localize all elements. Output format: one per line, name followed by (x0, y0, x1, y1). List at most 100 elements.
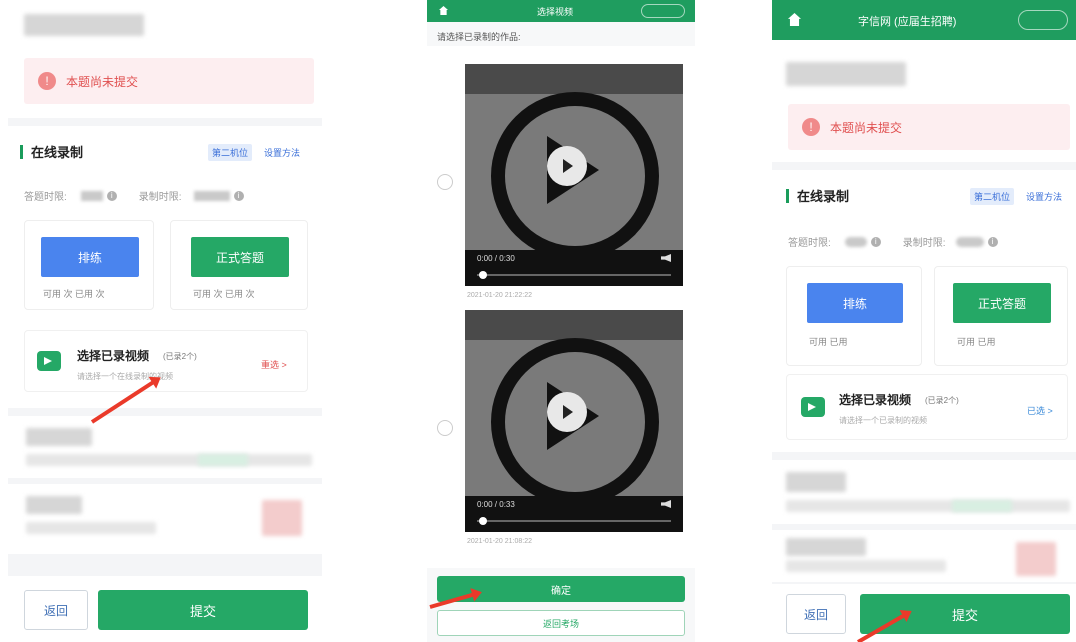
recorded-count: (已录2个) (163, 352, 197, 361)
screen-right: 字信网 (应届生招聘) ! 本题尚未提交 在线录制 第二机位 设置方法 答题时限… (772, 0, 1076, 642)
blurred-question-card-1 (8, 416, 322, 478)
formal-card: 正式答题 可用 次 已用 次 (170, 220, 308, 310)
video-1-radio[interactable] (437, 174, 453, 190)
section-header: 在线录制 (786, 186, 849, 205)
formal-answer-button[interactable]: 正式答题 (953, 283, 1051, 323)
selected-link[interactable]: 已选 > (1027, 404, 1053, 417)
progress-knob[interactable] (479, 271, 487, 279)
blurred-question-card-2 (8, 484, 322, 554)
practice-card: 排练 可用 已用 (786, 266, 922, 366)
formal-card: 正式答题 可用 已用 (934, 266, 1068, 366)
video-1-date: 2021-01-20 21:22:22 (467, 292, 532, 299)
mini-program-menu-icon[interactable] (1018, 10, 1068, 30)
page-title: 字信网 (应届生招聘) (858, 16, 957, 28)
info-icon[interactable]: i (870, 236, 881, 247)
volume-icon[interactable] (661, 254, 671, 262)
back-button[interactable]: 返回 (24, 590, 88, 630)
blurred-username (24, 14, 144, 36)
answer-time-label: 答题时限: (788, 238, 831, 249)
mini-program-menu-icon[interactable] (641, 4, 685, 18)
info-icon[interactable]: i (106, 190, 117, 201)
video-frame-top (465, 310, 683, 340)
select-recorded-video[interactable]: 选择已录视频 (已录2个) 请选择一个已录制的视频 已选 > (786, 374, 1068, 440)
video-controls: 0:00 / 0:33 (465, 496, 683, 532)
blurred-status (262, 500, 302, 536)
recording-card: 在线录制 第二机位 设置方法 答题时限: i 录制时限: i 排练 可用 已用 … (772, 170, 1076, 452)
select-video-hint: 请选择已录制的作品: (437, 32, 521, 42)
select-recorded-video[interactable]: 选择已录视频 (已录2个) 请选择一个在线录制的视频 重选 > (24, 330, 308, 392)
progress-track[interactable] (477, 520, 671, 522)
answer-time-label: 答题时限: (24, 192, 67, 203)
bottom-action-bar: 返回 提交 (8, 576, 322, 642)
blurred-text (786, 472, 846, 492)
video-controls: 0:00 / 0:30 (465, 250, 683, 286)
second-camera-badge[interactable]: 第二机位 (970, 188, 1015, 205)
play-icon[interactable] (547, 146, 587, 186)
video-camera-icon (37, 351, 61, 371)
record-time-label: 录制时限: (138, 192, 182, 203)
video-camera-icon (801, 397, 825, 417)
home-icon[interactable] (788, 13, 801, 26)
video-list: 0:00 / 0:30 2021-01-20 21:22:22 0:00 / 0… (427, 46, 695, 568)
info-icon[interactable]: i (987, 236, 998, 247)
blurred-question-card-2 (772, 530, 1076, 582)
progress-knob[interactable] (479, 517, 487, 525)
progress-track[interactable] (477, 274, 671, 276)
blurred-text (26, 496, 82, 514)
screen-middle: 选择视频 请选择已录制的作品: 0:00 / 0:30 2021-01-20 2… (427, 0, 695, 642)
video-2-radio[interactable] (437, 420, 453, 436)
recording-card: 在线录制 第二机位 设置方法 答题时限: i 录制时限: i 排练 可用 次 已… (8, 126, 322, 408)
recorded-count: (已录2个) (925, 396, 959, 405)
warning-icon: ! (802, 118, 820, 136)
practice-usage: 可用 次 已用 次 (43, 289, 105, 299)
practice-button[interactable]: 排练 (807, 283, 903, 323)
blurred-record-time (193, 190, 230, 201)
select-video-hint: 请选择一个已录制的视频 (839, 416, 927, 425)
practice-button[interactable]: 排练 (41, 237, 139, 277)
blurred-tag (198, 454, 248, 466)
submit-button[interactable]: 提交 (98, 590, 308, 630)
select-video-title: 选择已录视频 (77, 349, 150, 363)
not-submitted-alert: ! 本题尚未提交 (788, 104, 1070, 150)
formal-usage: 可用 已用 (957, 337, 996, 347)
video-2-date: 2021-01-20 21:08:22 (467, 538, 532, 545)
blurred-text (786, 538, 866, 556)
top-nav-bar: 选择视频 (427, 0, 695, 22)
alert-text: 本题尚未提交 (830, 120, 903, 135)
alert-text: 本题尚未提交 (66, 74, 139, 89)
header-card: ! 本题尚未提交 (772, 40, 1076, 162)
blurred-question-card-1 (772, 460, 1076, 524)
formal-answer-button[interactable]: 正式答题 (191, 237, 289, 277)
video-2-player[interactable]: 0:00 / 0:33 (465, 310, 683, 532)
time-limits-row: 答题时限: i 录制时限: i (788, 234, 998, 249)
blurred-text (26, 428, 92, 446)
formal-usage: 可用 次 已用 次 (193, 289, 255, 299)
video-1-player[interactable]: 0:00 / 0:30 (465, 64, 683, 286)
settings-link[interactable]: 设置方法 (1026, 190, 1062, 203)
not-submitted-alert: ! 本题尚未提交 (24, 58, 314, 104)
submit-button[interactable]: 提交 (860, 594, 1070, 634)
blurred-status (1016, 542, 1056, 576)
reselect-link[interactable]: 重选 > (261, 358, 287, 371)
blurred-text (26, 522, 156, 534)
section-accent-bar (20, 144, 23, 159)
back-to-exam-button[interactable]: 返回考场 (437, 610, 685, 636)
video-frame-top (465, 64, 683, 94)
second-camera-badge[interactable]: 第二机位 (208, 144, 253, 161)
blurred-text (786, 560, 946, 572)
blurred-record-time (955, 236, 984, 247)
back-button[interactable]: 返回 (786, 594, 846, 634)
top-nav-bar: 字信网 (应届生招聘) (772, 0, 1076, 40)
settings-link[interactable]: 设置方法 (264, 146, 300, 159)
volume-icon[interactable] (661, 500, 671, 508)
section-header: 在线录制 (20, 142, 83, 161)
play-icon[interactable] (547, 392, 587, 432)
info-icon[interactable]: i (233, 190, 244, 201)
blurred-username (786, 62, 906, 86)
blurred-answer-time (80, 190, 103, 201)
blurred-tag (952, 500, 1012, 512)
warning-icon: ! (38, 72, 56, 90)
section-title: 在线录制 (797, 189, 850, 204)
home-icon[interactable] (439, 6, 448, 15)
record-time-label: 录制时限: (902, 238, 946, 249)
